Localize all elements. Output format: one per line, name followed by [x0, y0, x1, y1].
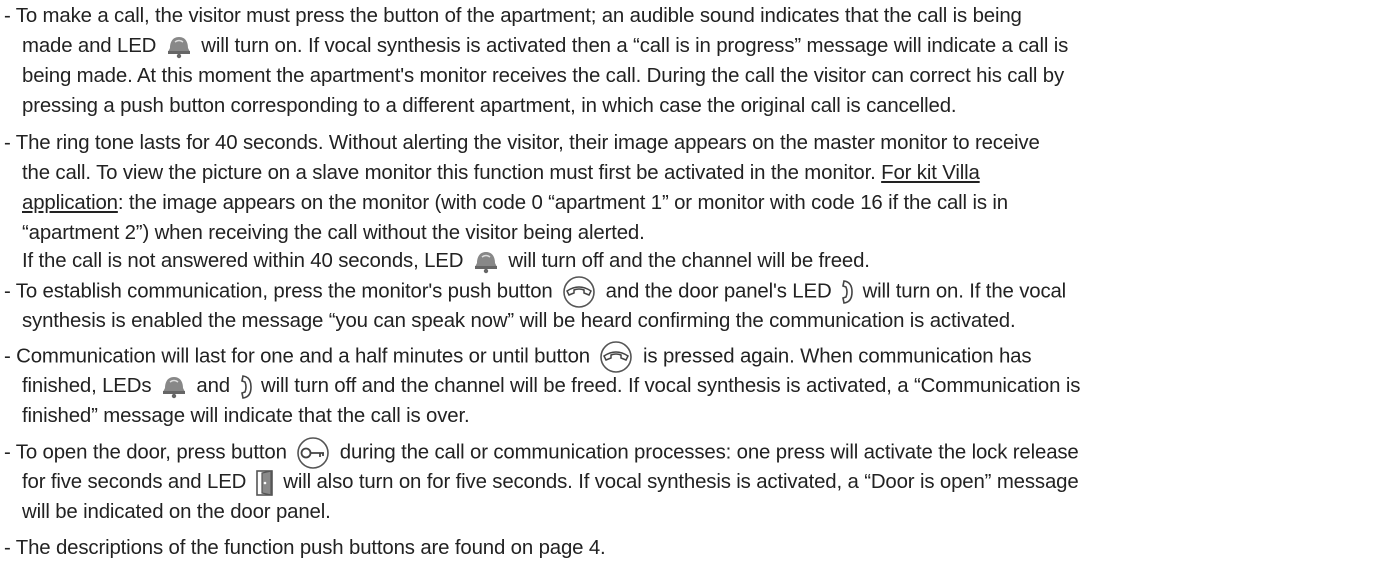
text-line: finished” message will indicate that the… — [22, 405, 470, 427]
text-fragment: will turn off and the channel will be fr… — [508, 250, 870, 272]
door-icon — [255, 469, 275, 497]
text-line: the call. To view the picture on a slave… — [22, 158, 980, 188]
text-fragment: will turn off and the channel will be fr… — [261, 375, 1081, 397]
text-fragment: If the call is not answered within 40 se… — [22, 250, 464, 272]
text-line: being made. At this moment the apartment… — [22, 65, 1065, 87]
text-line: If the call is not answered within 40 se… — [22, 246, 870, 276]
text-fragment: the call. To view the picture on a slave… — [22, 162, 876, 184]
text-fragment: will turn on. If vocal synthesis is acti… — [201, 35, 1069, 57]
text-line: “apartment 2”) when receiving the call w… — [22, 222, 645, 244]
kit-villa-underlined: For kit Villa — [881, 162, 980, 184]
text-fragment: finished, LEDs — [22, 375, 152, 397]
text-line: synthesis is enabled the message “you ca… — [22, 310, 1016, 332]
handset-button-icon — [598, 341, 634, 373]
text-fragment: will also turn on for five seconds. If v… — [283, 471, 1079, 493]
text-line: for five seconds and LED will also turn … — [22, 467, 1079, 497]
bell-icon — [472, 250, 500, 274]
application-underlined: application — [22, 192, 118, 214]
text-fragment: for five seconds and LED — [22, 471, 247, 493]
instructions-page: - To make a call, the visitor must press… — [0, 0, 1380, 582]
text-line: - The descriptions of the function push … — [4, 537, 606, 559]
handset-button-icon — [561, 276, 597, 308]
text-line: - Communication will last for one and a … — [4, 341, 1032, 373]
text-line: application: the image appears on the mo… — [22, 188, 1008, 218]
text-line: - To establish communication, press the … — [4, 276, 1067, 308]
bell-icon — [160, 375, 188, 399]
text-fragment: is pressed again. When communication has — [643, 345, 1032, 368]
handset-icon — [239, 374, 253, 400]
text-line: made and LED will turn on. If vocal synt… — [22, 31, 1068, 61]
text-line: will be indicated on the door panel. — [22, 501, 331, 523]
text-line: - To open the door, press button during … — [4, 437, 1079, 469]
text-fragment: will turn on. If the vocal — [862, 280, 1067, 303]
text-fragment: during the call or communication process… — [339, 441, 1079, 464]
text-fragment: - To establish communication, press the … — [4, 280, 553, 303]
text-line: finished, LEDs and will turn off and the… — [22, 371, 1080, 401]
text-line: pressing a push button corresponding to … — [22, 95, 957, 117]
text-fragment: and the door panel's LED — [605, 280, 832, 303]
text-fragment: - Communication will last for one and a … — [4, 345, 590, 368]
text-fragment: - To open the door, press button — [4, 441, 287, 464]
text-fragment: : the image appears on the monitor (with… — [117, 192, 1008, 214]
text-line: - To make a call, the visitor must press… — [4, 5, 1022, 27]
handset-icon — [840, 279, 854, 305]
key-button-icon — [295, 437, 331, 469]
text-fragment: made and LED — [22, 35, 157, 57]
text-fragment: and — [196, 375, 230, 397]
bell-icon — [165, 35, 193, 59]
text-line: - The ring tone lasts for 40 seconds. Wi… — [4, 132, 1040, 154]
